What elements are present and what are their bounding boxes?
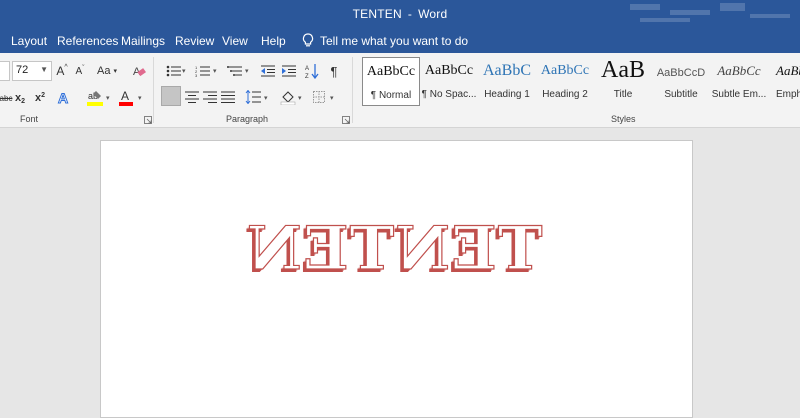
borders-dropdown-icon[interactable]: ▾ [330, 94, 334, 102]
numbering-dropdown-icon[interactable]: ▾ [213, 67, 217, 75]
svg-text:A: A [305, 66, 309, 72]
app-name: Word [418, 7, 448, 21]
decrease-indent-icon[interactable] [259, 62, 277, 80]
style-title[interactable]: AaB Title [594, 57, 652, 106]
svg-text:A: A [121, 89, 129, 103]
numbering-icon[interactable]: 123 [193, 62, 213, 80]
style-name: Emph [776, 89, 800, 100]
font-color-icon[interactable]: A [118, 88, 134, 108]
style-heading-2[interactable]: AaBbCc Heading 2 [536, 57, 594, 106]
lightbulb-icon [302, 33, 314, 47]
style-sample: AaBbCc [776, 63, 800, 78]
style-sample: AaBbCcD [656, 67, 706, 79]
document-name: TENTEN [352, 7, 402, 21]
multilevel-list-icon[interactable] [225, 62, 245, 80]
style-sample: AaBbC [483, 62, 531, 79]
sort-icon[interactable]: AZ [304, 62, 320, 80]
ribbon-tabs: Layout References Mailings Review View H… [0, 30, 800, 53]
style-name: Subtitle [664, 89, 698, 100]
paragraph-dialog-launcher-icon[interactable] [342, 116, 350, 124]
align-left-active [161, 86, 181, 106]
align-center-icon[interactable] [184, 89, 200, 105]
shading-icon[interactable] [280, 89, 296, 105]
tab-layout[interactable]: Layout [11, 34, 47, 48]
font-color-dropdown-icon[interactable]: ▾ [138, 94, 142, 102]
align-right-icon[interactable] [202, 89, 218, 105]
show-formatting-icon[interactable]: ¶ [327, 62, 341, 80]
shrink-font-icon[interactable]: Aˇ [73, 62, 87, 80]
change-case-icon[interactable]: Aa ▾ [94, 62, 120, 80]
tab-mailings[interactable]: Mailings [121, 34, 165, 48]
style-sample: AaBbCc [366, 64, 416, 79]
font-dialog-launcher-icon[interactable] [144, 116, 152, 124]
style-sample: AaB [601, 57, 645, 83]
document-text[interactable]: TENTEN [245, 213, 543, 284]
tell-me-text: Tell me what you want to do [320, 34, 469, 48]
text-effects-icon[interactable]: A [55, 88, 73, 108]
style-subtle-emphasis[interactable]: AaBbCc Subtle Em... [710, 57, 768, 106]
highlight-dropdown-icon[interactable]: ▾ [106, 94, 110, 102]
style-sample: AaBbCc [424, 63, 474, 78]
group-divider [352, 57, 353, 123]
justify-icon[interactable] [220, 89, 236, 105]
title-bar-pattern-icon [630, 3, 790, 22]
paragraph-group-label: Paragraph [226, 114, 269, 124]
line-spacing-dropdown-icon[interactable]: ▾ [264, 94, 268, 102]
style-no-spacing[interactable]: AaBbCc ¶ No Spac... [420, 57, 478, 106]
borders-icon[interactable] [312, 89, 326, 105]
tab-references[interactable]: References [57, 34, 118, 48]
style-heading-1[interactable]: AaBbC Heading 1 [478, 57, 536, 106]
style-normal[interactable]: AaBbCc ¶ Normal [362, 57, 420, 106]
style-name: Title [613, 89, 633, 100]
superscript-icon[interactable]: x2 [33, 89, 47, 107]
multilevel-dropdown-icon[interactable]: ▾ [245, 67, 249, 75]
font-size-box[interactable]: 72 ▼ [12, 61, 52, 81]
styles-gallery: AaBbCc ¶ Normal AaBbCc ¶ No Spac... AaBb… [360, 57, 800, 106]
chevron-down-icon: ▼ [40, 65, 48, 74]
tab-view[interactable]: View [222, 34, 248, 48]
style-subtitle[interactable]: AaBbCcD Subtitle [652, 57, 710, 106]
subscript-icon[interactable]: x2 [13, 89, 27, 107]
grow-font-icon[interactable]: A ^ [55, 62, 69, 80]
svg-text:Z: Z [305, 74, 309, 79]
svg-text:3: 3 [195, 73, 198, 77]
bullets-dropdown-icon[interactable]: ▾ [182, 67, 186, 75]
tab-review[interactable]: Review [175, 34, 214, 48]
style-sample: AaBbCc [540, 63, 590, 78]
font-size-value: 72 [16, 64, 29, 76]
style-emphasis[interactable]: AaBbCc Emph [768, 57, 800, 106]
line-spacing-icon[interactable] [244, 89, 262, 105]
style-name: Heading 1 [484, 89, 530, 100]
font-name-box[interactable] [0, 61, 10, 81]
style-name: Subtle Em... [711, 89, 767, 100]
style-name: ¶ Normal [370, 90, 412, 101]
group-divider [153, 57, 154, 123]
styles-group-label: Styles [611, 114, 636, 124]
style-sample: AaBbCc [717, 63, 761, 78]
document-page[interactable]: TENTEN [100, 140, 693, 418]
clear-formatting-icon[interactable]: A [131, 62, 147, 80]
font-group-label: Font [20, 114, 39, 124]
increase-indent-icon[interactable] [280, 62, 298, 80]
title-bar: TENTEN - Word [0, 0, 800, 30]
style-name: ¶ No Spac... [421, 89, 477, 100]
tab-help[interactable]: Help [261, 34, 286, 48]
highlight-icon[interactable]: ab [86, 88, 104, 108]
style-name: Heading 2 [542, 89, 588, 100]
shading-dropdown-icon[interactable]: ▾ [298, 94, 302, 102]
title-separator: - [407, 7, 413, 21]
strikethrough-icon[interactable]: abc [0, 89, 12, 107]
svg-text:A: A [58, 90, 68, 106]
tell-me-search[interactable]: Tell me what you want to do [302, 33, 468, 48]
